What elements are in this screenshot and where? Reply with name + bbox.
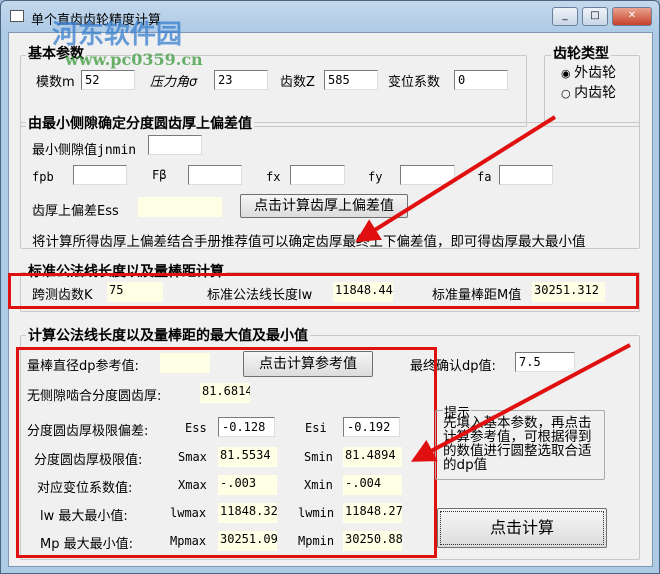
arrow-2: [410, 343, 631, 462]
arrow-1: [355, 115, 557, 243]
annotation-arrows: [355, 115, 631, 462]
